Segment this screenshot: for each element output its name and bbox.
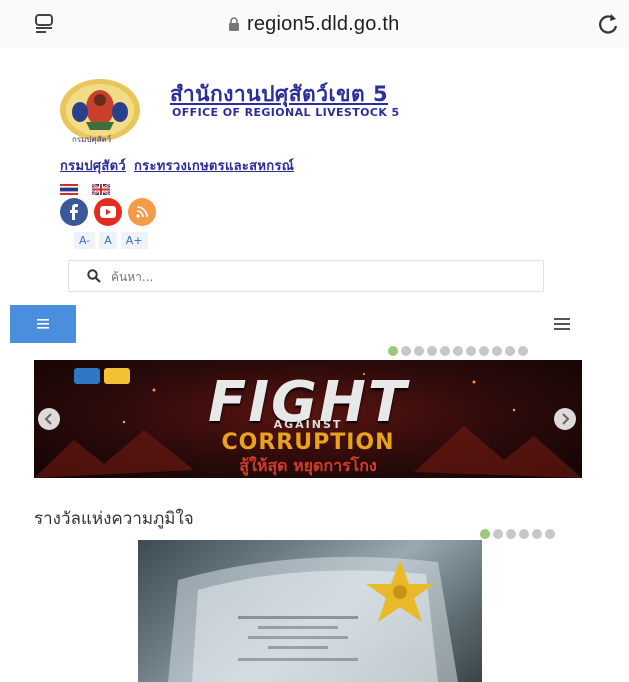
- awards-dot[interactable]: [532, 529, 542, 539]
- org-name-english: OFFICE OF REGIONAL LIVESTOCK 5: [172, 106, 400, 119]
- banner-dot[interactable]: [440, 346, 450, 356]
- banner-dot[interactable]: [401, 346, 411, 356]
- awards-dot[interactable]: [493, 529, 503, 539]
- reload-icon[interactable]: [597, 11, 619, 35]
- font-size-controls: A- A A+: [74, 232, 148, 249]
- banner-slide[interactable]: FIGHT AGAINST CORRUPTION สู้ให้สุด หยุดก…: [34, 360, 582, 478]
- lock-icon: [229, 17, 239, 31]
- banner-dot[interactable]: [427, 346, 437, 356]
- language-switcher: [60, 184, 110, 195]
- awards-section-title: รางวัลแห่งความภูมิใจ: [34, 509, 194, 529]
- browser-address-bar: region5.dld.go.th: [0, 0, 629, 48]
- logo-caption: กรมปศุสัตว์: [72, 135, 112, 144]
- facebook-icon[interactable]: [60, 198, 88, 226]
- banner-thai-slogan: สู้ให้สุด หยุดการโกง: [239, 456, 377, 475]
- banner-prev-button[interactable]: [38, 408, 60, 430]
- url-text: region5.dld.go.th: [247, 12, 400, 35]
- banner-dot[interactable]: [518, 346, 528, 356]
- award-trophy-image: [168, 556, 458, 682]
- thai-flag-icon[interactable]: [60, 184, 78, 195]
- awards-dot[interactable]: [545, 529, 555, 539]
- banner-dot[interactable]: [414, 346, 424, 356]
- search-input[interactable]: [109, 265, 533, 289]
- banner-headline: CORRUPTION: [221, 430, 395, 455]
- award-image[interactable]: [138, 540, 482, 682]
- chevron-right-icon: [562, 413, 570, 425]
- hamburger-icon: [37, 319, 49, 329]
- font-normal-button[interactable]: A: [99, 232, 117, 249]
- rss-icon[interactable]: [128, 198, 156, 226]
- url-field[interactable]: region5.dld.go.th: [228, 11, 399, 37]
- secondary-menu-icon[interactable]: [554, 318, 570, 330]
- dept-links: กรมปศุสัตว์ กระทรวงเกษตรและสหกรณ์: [60, 155, 294, 176]
- search-box: [68, 260, 544, 292]
- tabs-icon[interactable]: [34, 13, 54, 33]
- youtube-icon[interactable]: [94, 198, 122, 226]
- link-department[interactable]: กรมปศุสัตว์: [60, 155, 126, 176]
- banner-dot[interactable]: [466, 346, 476, 356]
- awards-dot[interactable]: [506, 529, 516, 539]
- banner-dot[interactable]: [505, 346, 515, 356]
- search-icon[interactable]: [87, 269, 101, 283]
- banner-dot[interactable]: [388, 346, 398, 356]
- banner-dot[interactable]: [492, 346, 502, 356]
- font-increase-button[interactable]: A+: [120, 232, 148, 249]
- font-decrease-button[interactable]: A-: [74, 232, 96, 249]
- link-ministry[interactable]: กระทรวงเกษตรและสหกรณ์: [134, 155, 294, 176]
- chevron-left-icon: [44, 413, 52, 425]
- banner-next-button[interactable]: [554, 408, 576, 430]
- banner-dot[interactable]: [479, 346, 489, 356]
- main-menu-button[interactable]: [10, 305, 76, 343]
- social-links: [60, 198, 156, 226]
- awards-dot[interactable]: [480, 529, 490, 539]
- banner-pagination: [388, 346, 528, 356]
- awards-dot[interactable]: [519, 529, 529, 539]
- awards-pagination: [480, 529, 555, 539]
- uk-flag-icon[interactable]: [92, 184, 110, 195]
- banner-dot[interactable]: [453, 346, 463, 356]
